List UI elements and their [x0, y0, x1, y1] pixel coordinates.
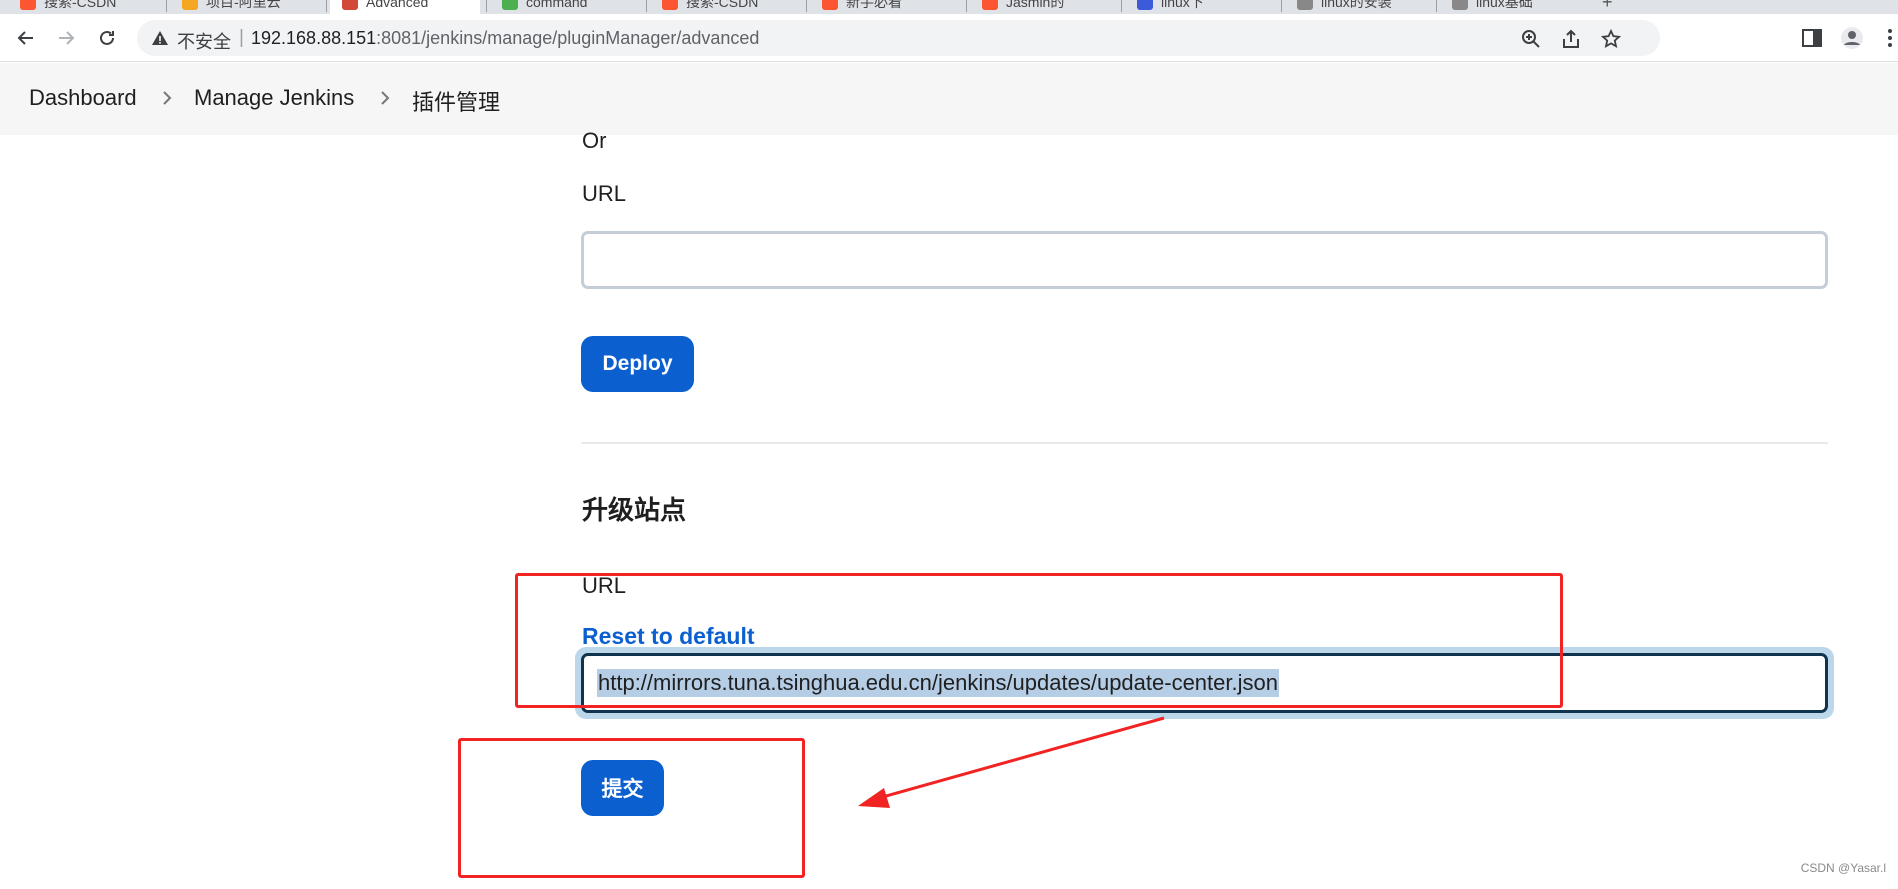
tab-favicon-icon: [1297, 0, 1313, 10]
browser-tab[interactable]: command: [490, 0, 640, 14]
tab-title: Jasmin的: [1006, 0, 1065, 10]
tab-title: 搜索-CSDN: [686, 0, 759, 10]
address-bar[interactable]: 不安全 | 192.168.88.151:8081/jenkins/manage…: [137, 20, 1660, 56]
forward-button[interactable]: [52, 24, 80, 52]
browser-tab[interactable]: linux的安装: [1285, 0, 1435, 14]
browser-tab[interactable]: Jasmin的: [970, 0, 1120, 14]
browser-tab[interactable]: 新手必看: [810, 0, 960, 14]
breadcrumb-plugin-manager[interactable]: 插件管理: [412, 85, 500, 117]
breadcrumb-manage-jenkins[interactable]: Manage Jenkins: [194, 85, 354, 111]
tab-separator: [486, 0, 487, 12]
tab-separator: [646, 0, 647, 12]
tab-separator: [1121, 0, 1122, 12]
address-url[interactable]: 192.168.88.151:8081/jenkins/manage/plugi…: [251, 28, 759, 49]
tab-favicon-icon: [982, 0, 998, 10]
update-site-title: 升级站点: [582, 495, 687, 525]
chevron-right-icon: [163, 91, 172, 105]
section-divider: [581, 442, 1828, 444]
browser-tab[interactable]: 搜索-CSDN: [8, 0, 158, 14]
tab-favicon-icon: [822, 0, 838, 10]
browser-toolbar: 不安全 | 192.168.88.151:8081/jenkins/manage…: [0, 14, 1898, 62]
back-button[interactable]: [12, 24, 40, 52]
browser-tab[interactable]: 项目-阿里云: [170, 0, 320, 14]
url-path: :8081/jenkins/manage/pluginManager/advan…: [376, 28, 760, 48]
tab-favicon-icon: [342, 0, 358, 10]
browser-tab[interactable]: linux下: [1125, 0, 1275, 14]
tab-separator: [166, 0, 167, 12]
tab-title: 项目-阿里云: [206, 0, 281, 10]
deploy-url-input[interactable]: [581, 231, 1828, 289]
breadcrumb-dashboard[interactable]: Dashboard: [29, 85, 137, 111]
watermark: CSDN @Yasar.l: [1800, 861, 1886, 875]
browser-tab[interactable]: linux基础: [1440, 0, 1590, 14]
share-icon[interactable]: [1561, 29, 1581, 49]
tab-title: linux下: [1161, 0, 1204, 10]
tab-title: 新手必看: [846, 0, 902, 10]
security-status[interactable]: 不安全: [177, 28, 231, 54]
tab-favicon-icon: [182, 0, 198, 10]
url-host: 192.168.88.151: [251, 28, 377, 48]
security-separator: |: [239, 27, 244, 48]
warning-icon: [152, 31, 168, 45]
reload-icon: [100, 30, 114, 45]
menu-kebab-icon[interactable]: [1878, 26, 1898, 50]
tab-favicon-icon: [662, 0, 678, 10]
tab-favicon-icon: [1452, 0, 1468, 10]
tab-favicon-icon: [502, 0, 518, 10]
zoom-icon[interactable]: [1521, 29, 1541, 49]
bookmark-star-icon[interactable]: [1601, 29, 1621, 49]
tab-separator: [806, 0, 807, 12]
tab-separator: [1281, 0, 1282, 12]
tab-title: 搜索-CSDN: [44, 0, 117, 10]
reload-button[interactable]: [93, 24, 121, 52]
tab-separator: [1436, 0, 1437, 12]
side-panel-icon[interactable]: [1800, 26, 1824, 50]
deploy-button[interactable]: Deploy: [581, 336, 694, 392]
browser-tab[interactable]: Advanced: [330, 0, 480, 14]
or-label: Or: [582, 128, 607, 153]
annotation-box-submit: [458, 738, 805, 878]
arrow-left-icon: [17, 31, 33, 45]
arrow-right-icon: [59, 31, 75, 45]
profile-avatar-icon[interactable]: [1840, 26, 1864, 50]
tab-separator: [966, 0, 967, 12]
tab-title: linux基础: [1476, 0, 1533, 10]
tab-title: command: [526, 0, 588, 10]
browser-tab-strip: 搜索-CSDN 项目-阿里云 Advanced command 搜索-CSDN 新手必看 J…: [0, 0, 1898, 14]
chevron-right-icon: [381, 91, 390, 105]
browser-tab[interactable]: 搜索-CSDN: [650, 0, 800, 14]
new-tab-button[interactable]: +: [1602, 0, 1613, 13]
breadcrumb: Dashboard Manage Jenkins 插件管理: [0, 63, 1898, 135]
deploy-url-label: URL: [582, 181, 627, 206]
tab-title: Advanced: [366, 0, 429, 10]
tab-title: linux的安装: [1321, 0, 1392, 10]
tab-separator: [326, 0, 327, 12]
annotation-box-url: [515, 573, 1563, 708]
tab-favicon-icon: [20, 0, 36, 10]
main-content: Or URL Deploy 升级站点 URL Reset to default …: [0, 128, 1898, 889]
tab-favicon-icon: [1137, 0, 1153, 10]
